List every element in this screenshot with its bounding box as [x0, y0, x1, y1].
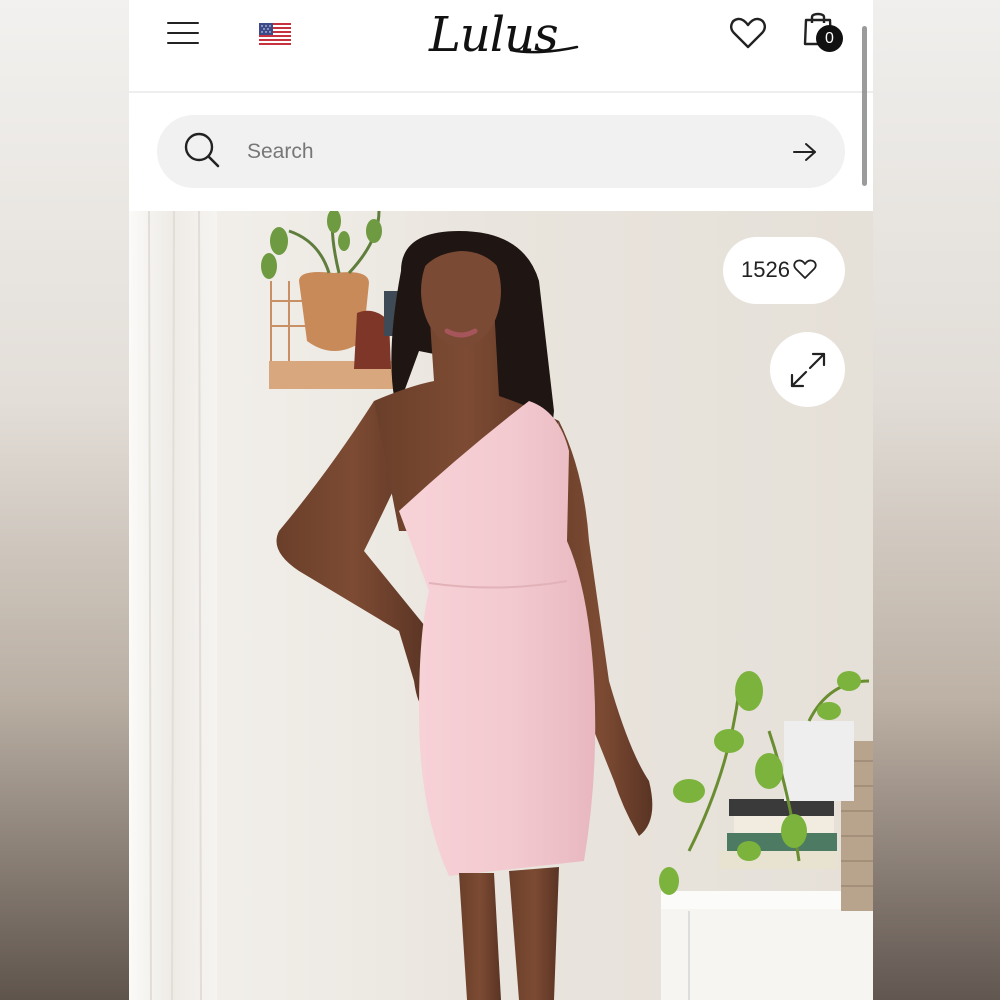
expand-icon	[790, 352, 826, 388]
scrollbar[interactable]	[862, 26, 867, 186]
background-right	[873, 0, 1000, 1000]
mobile-screen: Lulus 0 Search 1526	[129, 0, 873, 1000]
logo-flourish	[509, 45, 579, 54]
search-icon[interactable]	[183, 131, 223, 171]
search-bar[interactable]	[157, 115, 845, 188]
likes-counter-button[interactable]: 1526	[723, 237, 845, 304]
expand-image-button[interactable]	[770, 332, 845, 407]
likes-count: 1526	[741, 257, 790, 282]
site-header: Lulus 0	[129, 0, 873, 93]
search-input[interactable]	[245, 135, 769, 169]
us-flag-icon[interactable]	[259, 23, 291, 45]
arrow-right-icon[interactable]	[791, 140, 819, 164]
heart-outline-icon	[793, 259, 817, 279]
brand-logo[interactable]: Lulus	[429, 0, 573, 70]
cart-count-badge[interactable]: 0	[816, 25, 843, 52]
hamburger-menu-icon[interactable]	[167, 18, 201, 48]
background-left	[0, 0, 129, 1000]
product-photo[interactable]	[129, 211, 873, 1000]
wishlist-heart-icon[interactable]	[729, 16, 767, 50]
product-photo-illustration	[129, 211, 873, 1000]
